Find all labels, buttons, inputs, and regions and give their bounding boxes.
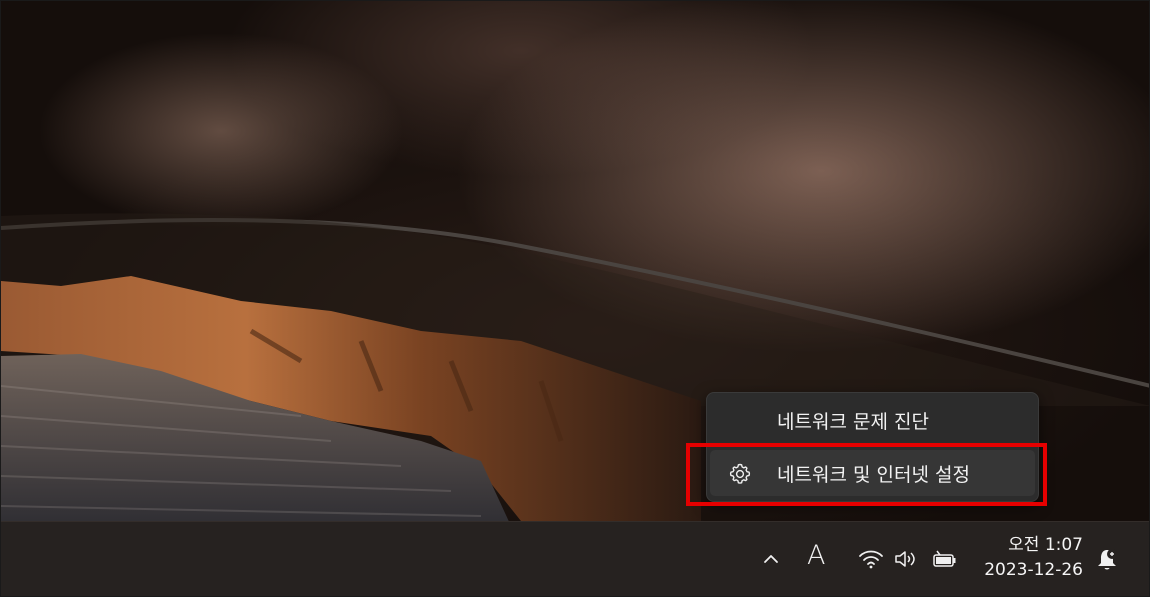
taskbar-clock[interactable]: 오전 1:07 2023-12-26	[984, 533, 1083, 583]
wallpaper-sea	[1, 354, 509, 521]
ime-indicator[interactable]: A	[807, 540, 825, 571]
clock-time: 오전 1:07	[1008, 535, 1083, 555]
menu-item-label: 네트워크 문제 진단	[777, 410, 929, 433]
taskbar: A 오전 1:07 2023-12-26	[1, 521, 1149, 596]
screen: 네트워크 문제 진단 네트워크 및 인터넷 설정 A 오전 1:07 2023-…	[0, 0, 1150, 597]
wifi-icon[interactable]	[858, 548, 884, 570]
volume-icon[interactable]	[893, 548, 919, 570]
notification-bell-icon[interactable]	[1095, 547, 1119, 573]
menu-item-diagnose-network[interactable]: 네트워크 문제 진단	[710, 397, 1035, 443]
chevron-up-icon[interactable]	[761, 549, 781, 569]
clock-date: 2023-12-26	[984, 560, 1083, 580]
highlight-box	[686, 443, 1047, 506]
battery-icon[interactable]	[931, 548, 959, 570]
